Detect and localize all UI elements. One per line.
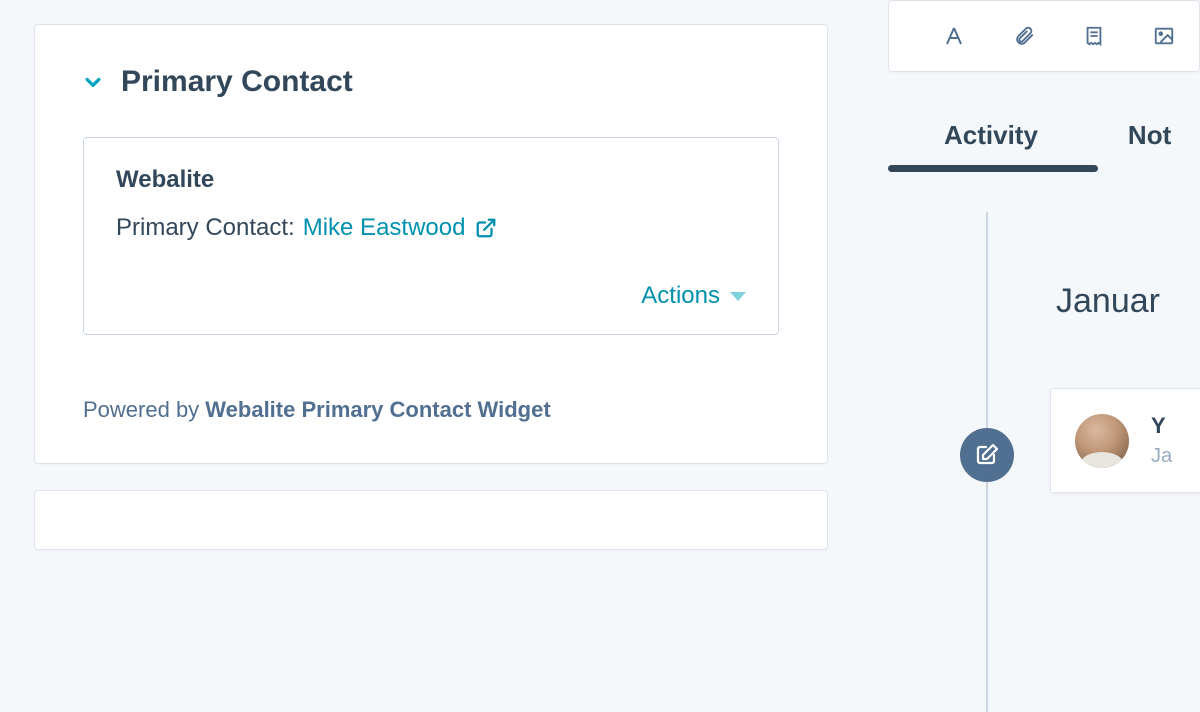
edit-icon bbox=[975, 443, 999, 467]
attachment-icon[interactable] bbox=[1011, 23, 1037, 49]
external-link-icon bbox=[475, 217, 497, 239]
tab-notes[interactable]: Not bbox=[1128, 120, 1171, 151]
next-card-placeholder bbox=[34, 490, 828, 550]
timeline-card-sub: Ja bbox=[1151, 445, 1172, 468]
timeline: Januar Y Ja bbox=[888, 252, 1200, 652]
powered-prefix: Powered by bbox=[83, 397, 205, 422]
timeline-card-title: Y bbox=[1151, 413, 1172, 439]
text-format-icon[interactable] bbox=[941, 23, 967, 49]
timeline-card-divider bbox=[1075, 492, 1200, 493]
card-title: Primary Contact bbox=[121, 65, 353, 99]
card-header: Primary Contact bbox=[83, 65, 779, 99]
powered-name: Webalite Primary Contact Widget bbox=[205, 397, 550, 422]
timeline-entry-card[interactable]: Y Ja bbox=[1050, 388, 1200, 493]
tab-activity[interactable]: Activity bbox=[944, 120, 1038, 151]
chevron-down-icon[interactable] bbox=[83, 72, 103, 92]
contact-name: Mike Eastwood bbox=[303, 214, 466, 242]
image-icon[interactable] bbox=[1151, 23, 1177, 49]
contact-row: Primary Contact: Mike Eastwood bbox=[116, 214, 746, 242]
tab-underline bbox=[888, 165, 1098, 172]
actions-button[interactable]: Actions bbox=[641, 282, 746, 310]
avatar bbox=[1075, 414, 1129, 468]
timeline-card-text: Y Ja bbox=[1151, 413, 1172, 468]
editor-toolbar bbox=[888, 0, 1200, 72]
caret-down-icon bbox=[730, 292, 746, 301]
contact-label: Primary Contact: bbox=[116, 214, 295, 242]
primary-contact-card: Primary Contact Webalite Primary Contact… bbox=[34, 24, 828, 464]
company-name: Webalite bbox=[116, 166, 746, 194]
contact-box: Webalite Primary Contact: Mike Eastwood bbox=[83, 137, 779, 335]
powered-by: Powered by Webalite Primary Contact Widg… bbox=[83, 397, 779, 423]
tabs: Activity Not bbox=[888, 120, 1200, 151]
receipt-icon[interactable] bbox=[1081, 23, 1107, 49]
timeline-edit-node[interactable] bbox=[960, 428, 1014, 482]
timeline-month: Januar bbox=[1056, 282, 1160, 321]
actions-row: Actions bbox=[116, 282, 746, 310]
contact-link[interactable]: Mike Eastwood bbox=[303, 214, 498, 242]
actions-label: Actions bbox=[641, 282, 720, 310]
